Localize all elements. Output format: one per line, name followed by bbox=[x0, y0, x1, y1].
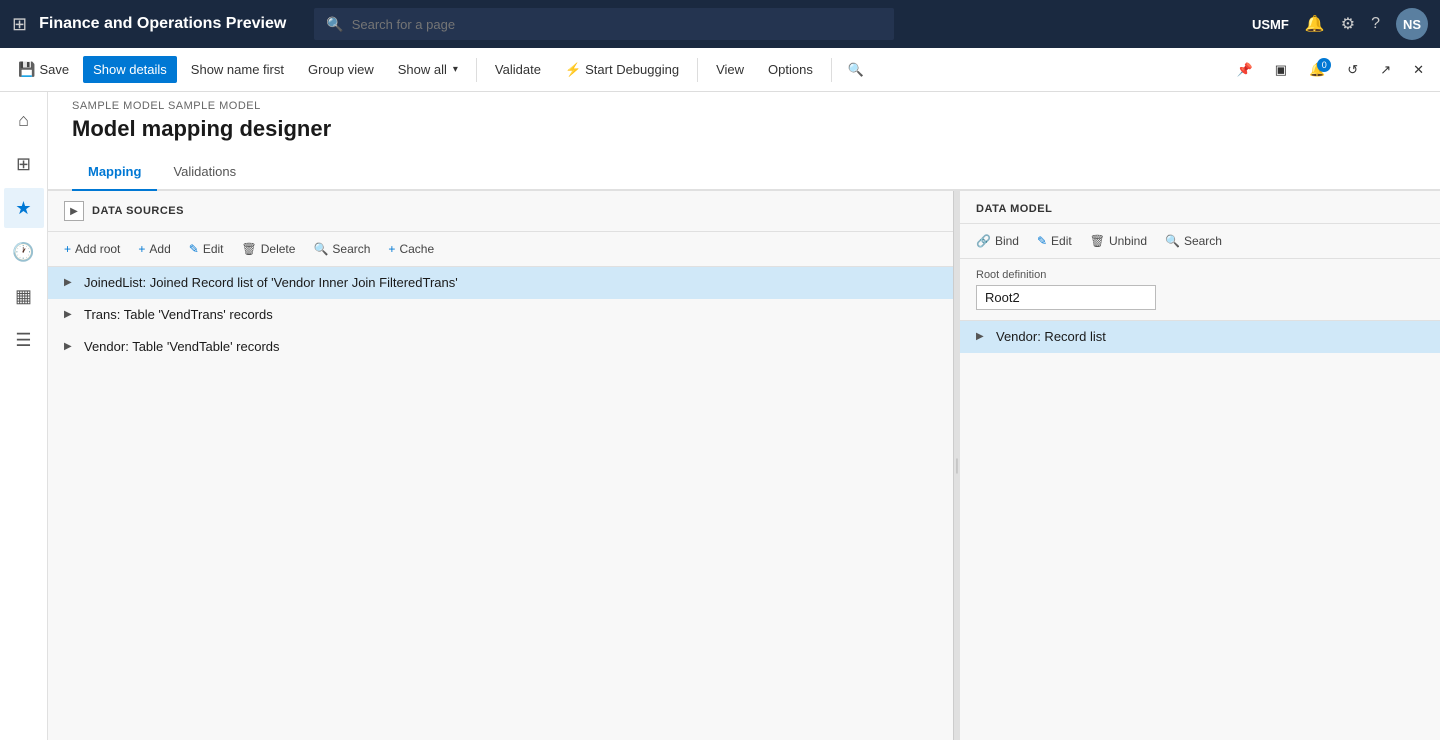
add-root-button[interactable]: + Add root bbox=[56, 238, 128, 260]
separator-2 bbox=[697, 58, 698, 82]
edit-button[interactable]: ✎ Edit bbox=[181, 238, 232, 260]
pin-button[interactable]: 📌 bbox=[1229, 56, 1261, 84]
layout: ⌂ ⊞ ★ 🕐 ▦ ☰ SAMPLE MODEL SAMPLE MODEL Mo… bbox=[0, 92, 1440, 740]
open-button[interactable]: ↗ bbox=[1372, 56, 1399, 84]
show-details-button[interactable]: Show details bbox=[83, 56, 177, 83]
topbar: ⊞ Finance and Operations Preview 🔍 USMF … bbox=[0, 0, 1440, 48]
tab-validations[interactable]: Validations bbox=[157, 154, 252, 191]
sidebar-item-recent[interactable]: 🕐 bbox=[4, 232, 44, 272]
tree-item-vendor-label: Vendor: Table 'VendTable' records bbox=[84, 339, 937, 354]
add-icon: + bbox=[138, 242, 145, 256]
tree-item-vendor[interactable]: ▶ Vendor: Table 'VendTable' records bbox=[48, 331, 953, 363]
actionbar: 💾 Save Show details Show name first Grou… bbox=[0, 48, 1440, 92]
topbar-right: USMF 🔔 ⚙ ? NS bbox=[1252, 8, 1428, 40]
separator-1 bbox=[476, 58, 477, 82]
dm-tree-item-vendor[interactable]: ▶ Vendor: Record list bbox=[960, 321, 1440, 353]
search-toolbar-icon: 🔍 bbox=[848, 62, 864, 78]
datamodel-panel-header: DATA MODEL bbox=[960, 191, 1440, 224]
separator-3 bbox=[831, 58, 832, 82]
content-area: ▶ DATA SOURCES + Add root + Add ✎ Edit bbox=[48, 191, 1440, 740]
sidebar-item-dashboard[interactable]: ▦ bbox=[4, 276, 44, 316]
notification-badge: 0 bbox=[1317, 58, 1331, 72]
datasources-tree: ▶ JoinedList: Joined Record list of 'Ven… bbox=[48, 267, 953, 740]
ds-search-button[interactable]: 🔍 Search bbox=[305, 238, 378, 260]
dm-edit-icon: ✎ bbox=[1037, 234, 1047, 248]
avatar[interactable]: NS bbox=[1396, 8, 1428, 40]
root-definition-input[interactable] bbox=[976, 285, 1156, 310]
datamodel-panel-title: DATA MODEL bbox=[976, 203, 1052, 215]
sidebar-item-workspaces[interactable]: ☰ bbox=[4, 320, 44, 360]
start-debugging-button[interactable]: ⚡ Start Debugging bbox=[555, 56, 689, 84]
notification-button[interactable]: 🔔 0 bbox=[1301, 56, 1333, 84]
sidebar-item-filter[interactable]: ⊞ bbox=[4, 144, 44, 184]
notification-icon[interactable]: 🔔 bbox=[1305, 14, 1325, 34]
tree-item-joinedlist[interactable]: ▶ JoinedList: Joined Record list of 'Ven… bbox=[48, 267, 953, 299]
datamodel-panel: DATA MODEL 🔗 Bind ✎ Edit 🗑 Unbind bbox=[960, 191, 1440, 740]
save-icon: 💾 bbox=[18, 61, 35, 78]
tree-item-joinedlist-label: JoinedList: Joined Record list of 'Vendo… bbox=[84, 275, 937, 290]
root-definition-section: Root definition bbox=[960, 259, 1440, 321]
datasources-toolbar: + Add root + Add ✎ Edit 🗑 Delete bbox=[48, 232, 953, 267]
expand-icon-vendor: ▶ bbox=[64, 341, 78, 352]
page-title: Model mapping designer bbox=[48, 112, 1440, 154]
save-button[interactable]: 💾 Save bbox=[8, 55, 79, 84]
close-button[interactable]: ✕ bbox=[1405, 56, 1432, 84]
tree-item-trans[interactable]: ▶ Trans: Table 'VendTrans' records bbox=[48, 299, 953, 331]
show-all-dropdown-icon: ▾ bbox=[453, 64, 458, 75]
ds-search-icon: 🔍 bbox=[313, 242, 328, 256]
main-content: SAMPLE MODEL SAMPLE MODEL Model mapping … bbox=[48, 92, 1440, 740]
delete-icon: 🗑 bbox=[242, 242, 257, 256]
refresh-button[interactable]: ↺ bbox=[1339, 56, 1366, 84]
dm-edit-button[interactable]: ✎ Edit bbox=[1029, 230, 1080, 252]
dm-expand-icon-vendor: ▶ bbox=[976, 331, 990, 342]
search-toolbar-button[interactable]: 🔍 bbox=[840, 56, 872, 84]
app-title: Finance and Operations Preview bbox=[39, 15, 286, 33]
add-button[interactable]: + Add bbox=[130, 238, 178, 260]
datamodel-toolbar: 🔗 Bind ✎ Edit 🗑 Unbind 🔍 Search bbox=[960, 224, 1440, 259]
tab-mapping[interactable]: Mapping bbox=[72, 154, 157, 191]
help-icon[interactable]: ? bbox=[1371, 15, 1380, 33]
add-root-icon: + bbox=[64, 242, 71, 256]
bind-icon: 🔗 bbox=[976, 234, 991, 248]
unbind-button[interactable]: 🗑 Unbind bbox=[1082, 230, 1155, 252]
tabs: Mapping Validations bbox=[48, 154, 1440, 191]
grid-icon[interactable]: ⊞ bbox=[12, 14, 27, 35]
view-button[interactable]: View bbox=[706, 56, 754, 83]
sidebar-item-favorites[interactable]: ★ bbox=[4, 188, 44, 228]
datamodel-tree: ▶ Vendor: Record list bbox=[960, 321, 1440, 740]
debug-icon: ⚡ bbox=[565, 62, 581, 78]
datasources-panel-header: ▶ DATA SOURCES bbox=[48, 191, 953, 232]
delete-button[interactable]: 🗑 Delete bbox=[234, 238, 304, 260]
search-icon: 🔍 bbox=[326, 16, 343, 33]
cache-button[interactable]: + Cache bbox=[380, 238, 442, 260]
dm-search-icon: 🔍 bbox=[1165, 234, 1180, 248]
breadcrumb: SAMPLE MODEL SAMPLE MODEL bbox=[48, 92, 1440, 112]
bind-button[interactable]: 🔗 Bind bbox=[968, 230, 1027, 252]
cache-icon: + bbox=[388, 242, 395, 256]
expand-icon-joinedlist: ▶ bbox=[64, 277, 78, 288]
datasources-panel-title: DATA SOURCES bbox=[92, 205, 184, 217]
environment-label: USMF bbox=[1252, 17, 1289, 32]
show-all-button[interactable]: Show all ▾ bbox=[388, 56, 468, 83]
panel-button[interactable]: ▣ bbox=[1267, 56, 1295, 84]
expand-icon-trans: ▶ bbox=[64, 309, 78, 320]
search-input[interactable] bbox=[352, 17, 883, 32]
sidebar-item-home[interactable]: ⌂ bbox=[4, 100, 44, 140]
datasources-panel: ▶ DATA SOURCES + Add root + Add ✎ Edit bbox=[48, 191, 954, 740]
collapse-btn[interactable]: ▶ bbox=[64, 201, 84, 221]
sidebar: ⌂ ⊞ ★ 🕐 ▦ ☰ bbox=[0, 92, 48, 740]
settings-icon[interactable]: ⚙ bbox=[1341, 14, 1355, 34]
dm-search-button[interactable]: 🔍 Search bbox=[1157, 230, 1230, 252]
edit-icon: ✎ bbox=[189, 242, 199, 256]
group-view-button[interactable]: Group view bbox=[298, 56, 384, 83]
show-name-first-button[interactable]: Show name first bbox=[181, 56, 294, 83]
search-bar[interactable]: 🔍 bbox=[314, 8, 894, 40]
root-definition-label: Root definition bbox=[976, 269, 1424, 281]
tree-item-trans-label: Trans: Table 'VendTrans' records bbox=[84, 307, 937, 322]
options-button[interactable]: Options bbox=[758, 56, 823, 83]
dm-tree-item-vendor-label: Vendor: Record list bbox=[996, 329, 1424, 344]
validate-button[interactable]: Validate bbox=[485, 56, 551, 83]
unbind-icon: 🗑 bbox=[1090, 234, 1105, 248]
